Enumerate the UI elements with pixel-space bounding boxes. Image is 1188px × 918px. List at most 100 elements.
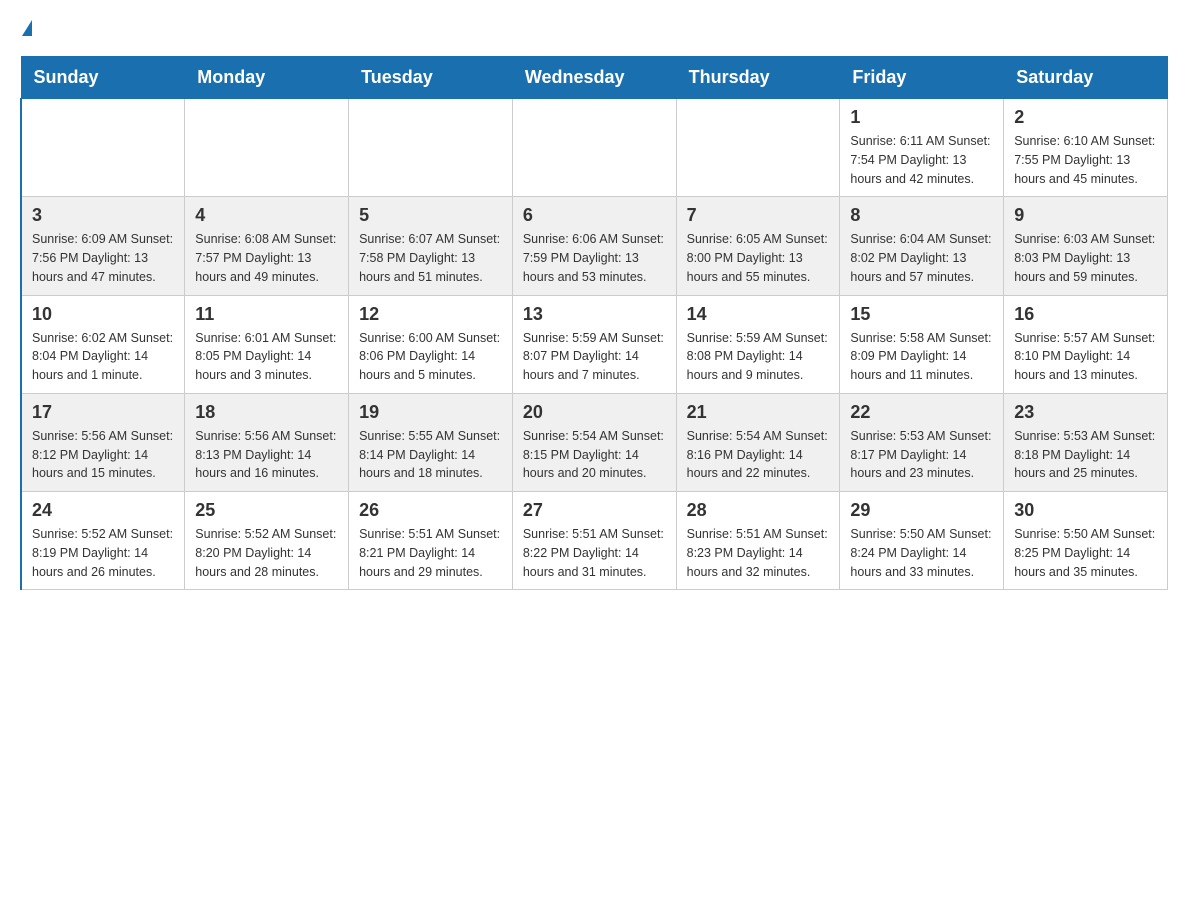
- calendar-cell: [21, 99, 185, 197]
- calendar-cell: 7 Sunrise: 6:05 AM Sunset: 8:00 PM Daylig…: [676, 197, 840, 295]
- calendar-cell: 9Sunrise: 6:03 AM Sunset: 8:03 PM Daylig…: [1004, 197, 1168, 295]
- calendar-cell: 23 Sunrise: 5:53 AM Sunset: 8:18 PM Dayli…: [1004, 393, 1168, 491]
- calendar-cell: 14 Sunrise: 5:59 AM Sunset: 8:08 PM Dayli…: [676, 295, 840, 393]
- day-header-sunday: Sunday: [21, 57, 185, 99]
- day-info: Sunrise: 6:08 AM Sunset: 7:57 PM Dayligh…: [195, 230, 338, 286]
- day-number: 19: [359, 402, 502, 423]
- day-info: Sunrise: 5:53 AM Sunset: 8:18 PM Dayligh…: [1014, 427, 1157, 483]
- calendar-cell: [676, 99, 840, 197]
- day-number: 7: [687, 205, 830, 226]
- day-header-thursday: Thursday: [676, 57, 840, 99]
- calendar-cell: 12 Sunrise: 6:00 AM Sunset: 8:06 PM Dayli…: [349, 295, 513, 393]
- day-header-saturday: Saturday: [1004, 57, 1168, 99]
- day-number: 5: [359, 205, 502, 226]
- day-info: Sunrise: 5:54 AM Sunset: 8:15 PM Dayligh…: [523, 427, 666, 483]
- day-number: 11: [195, 304, 338, 325]
- day-header-tuesday: Tuesday: [349, 57, 513, 99]
- day-info: Sunrise: 6:05 AM Sunset: 8:00 PM Dayligh…: [687, 230, 830, 286]
- day-number: 20: [523, 402, 666, 423]
- calendar-cell: 17Sunrise: 5:56 AM Sunset: 8:12 PM Dayli…: [21, 393, 185, 491]
- day-info: Sunrise: 6:03 AM Sunset: 8:03 PM Dayligh…: [1014, 230, 1157, 286]
- day-info: Sunrise: 6:00 AM Sunset: 8:06 PM Dayligh…: [359, 329, 502, 385]
- calendar-cell: 5 Sunrise: 6:07 AM Sunset: 7:58 PM Daylig…: [349, 197, 513, 295]
- day-number: 18: [195, 402, 338, 423]
- calendar-cell: 2 Sunrise: 6:10 AM Sunset: 7:55 PM Daylig…: [1004, 99, 1168, 197]
- day-number: 12: [359, 304, 502, 325]
- calendar-header-row: SundayMondayTuesdayWednesdayThursdayFrid…: [21, 57, 1168, 99]
- calendar-cell: 3 Sunrise: 6:09 AM Sunset: 7:56 PM Daylig…: [21, 197, 185, 295]
- day-info: Sunrise: 5:56 AM Sunset: 8:12 PM Dayligh…: [32, 427, 174, 483]
- day-info: Sunrise: 5:53 AM Sunset: 8:17 PM Dayligh…: [850, 427, 993, 483]
- day-info: Sunrise: 6:04 AM Sunset: 8:02 PM Dayligh…: [850, 230, 993, 286]
- day-number: 21: [687, 402, 830, 423]
- day-number: 23: [1014, 402, 1157, 423]
- calendar-week-row: 10 Sunrise: 6:02 AM Sunset: 8:04 PM Dayli…: [21, 295, 1168, 393]
- calendar-cell: 13 Sunrise: 5:59 AM Sunset: 8:07 PM Dayli…: [512, 295, 676, 393]
- calendar-cell: 24Sunrise: 5:52 AM Sunset: 8:19 PM Dayli…: [21, 492, 185, 590]
- day-number: 30: [1014, 500, 1157, 521]
- calendar-cell: [185, 99, 349, 197]
- calendar-cell: 6 Sunrise: 6:06 AM Sunset: 7:59 PM Daylig…: [512, 197, 676, 295]
- day-number: 6: [523, 205, 666, 226]
- day-info: Sunrise: 5:52 AM Sunset: 8:19 PM Dayligh…: [32, 525, 174, 581]
- calendar-cell: 10 Sunrise: 6:02 AM Sunset: 8:04 PM Dayli…: [21, 295, 185, 393]
- day-info: Sunrise: 5:55 AM Sunset: 8:14 PM Dayligh…: [359, 427, 502, 483]
- day-number: 29: [850, 500, 993, 521]
- day-info: Sunrise: 5:51 AM Sunset: 8:22 PM Dayligh…: [523, 525, 666, 581]
- day-info: Sunrise: 6:02 AM Sunset: 8:04 PM Dayligh…: [32, 329, 174, 385]
- calendar-week-row: 24Sunrise: 5:52 AM Sunset: 8:19 PM Dayli…: [21, 492, 1168, 590]
- calendar-cell: [349, 99, 513, 197]
- day-number: 8: [850, 205, 993, 226]
- calendar-cell: 30Sunrise: 5:50 AM Sunset: 8:25 PM Dayli…: [1004, 492, 1168, 590]
- day-number: 27: [523, 500, 666, 521]
- day-info: Sunrise: 5:50 AM Sunset: 8:24 PM Dayligh…: [850, 525, 993, 581]
- day-header-wednesday: Wednesday: [512, 57, 676, 99]
- day-info: Sunrise: 6:10 AM Sunset: 7:55 PM Dayligh…: [1014, 132, 1157, 188]
- day-number: 13: [523, 304, 666, 325]
- day-info: Sunrise: 5:58 AM Sunset: 8:09 PM Dayligh…: [850, 329, 993, 385]
- calendar-week-row: 3 Sunrise: 6:09 AM Sunset: 7:56 PM Daylig…: [21, 197, 1168, 295]
- calendar-week-row: 17Sunrise: 5:56 AM Sunset: 8:12 PM Dayli…: [21, 393, 1168, 491]
- calendar-cell: 25 Sunrise: 5:52 AM Sunset: 8:20 PM Dayli…: [185, 492, 349, 590]
- day-number: 2: [1014, 107, 1157, 128]
- day-info: Sunrise: 5:51 AM Sunset: 8:23 PM Dayligh…: [687, 525, 830, 581]
- calendar-cell: 1 Sunrise: 6:11 AM Sunset: 7:54 PM Daylig…: [840, 99, 1004, 197]
- calendar-cell: 28 Sunrise: 5:51 AM Sunset: 8:23 PM Dayli…: [676, 492, 840, 590]
- day-number: 4: [195, 205, 338, 226]
- calendar-cell: 29 Sunrise: 5:50 AM Sunset: 8:24 PM Dayli…: [840, 492, 1004, 590]
- day-number: 3: [32, 205, 174, 226]
- day-number: 25: [195, 500, 338, 521]
- day-info: Sunrise: 5:51 AM Sunset: 8:21 PM Dayligh…: [359, 525, 502, 581]
- calendar-week-row: 1 Sunrise: 6:11 AM Sunset: 7:54 PM Daylig…: [21, 99, 1168, 197]
- day-number: 22: [850, 402, 993, 423]
- day-number: 1: [850, 107, 993, 128]
- day-info: Sunrise: 5:59 AM Sunset: 8:07 PM Dayligh…: [523, 329, 666, 385]
- day-info: Sunrise: 6:11 AM Sunset: 7:54 PM Dayligh…: [850, 132, 993, 188]
- day-number: 14: [687, 304, 830, 325]
- day-info: Sunrise: 5:56 AM Sunset: 8:13 PM Dayligh…: [195, 427, 338, 483]
- day-info: Sunrise: 6:06 AM Sunset: 7:59 PM Dayligh…: [523, 230, 666, 286]
- day-info: Sunrise: 6:07 AM Sunset: 7:58 PM Dayligh…: [359, 230, 502, 286]
- day-header-monday: Monday: [185, 57, 349, 99]
- day-number: 28: [687, 500, 830, 521]
- calendar-cell: 11Sunrise: 6:01 AM Sunset: 8:05 PM Dayli…: [185, 295, 349, 393]
- day-info: Sunrise: 6:09 AM Sunset: 7:56 PM Dayligh…: [32, 230, 174, 286]
- calendar-cell: 15 Sunrise: 5:58 AM Sunset: 8:09 PM Dayli…: [840, 295, 1004, 393]
- calendar-table: SundayMondayTuesdayWednesdayThursdayFrid…: [20, 56, 1168, 590]
- day-number: 16: [1014, 304, 1157, 325]
- calendar-cell: 18 Sunrise: 5:56 AM Sunset: 8:13 PM Dayli…: [185, 393, 349, 491]
- day-number: 26: [359, 500, 502, 521]
- logo-triangle-icon: [22, 20, 32, 36]
- calendar-cell: 16Sunrise: 5:57 AM Sunset: 8:10 PM Dayli…: [1004, 295, 1168, 393]
- calendar-cell: 22 Sunrise: 5:53 AM Sunset: 8:17 PM Dayli…: [840, 393, 1004, 491]
- calendar-cell: 19 Sunrise: 5:55 AM Sunset: 8:14 PM Dayli…: [349, 393, 513, 491]
- day-info: Sunrise: 5:52 AM Sunset: 8:20 PM Dayligh…: [195, 525, 338, 581]
- day-number: 10: [32, 304, 174, 325]
- calendar-cell: 20 Sunrise: 5:54 AM Sunset: 8:15 PM Dayli…: [512, 393, 676, 491]
- day-number: 15: [850, 304, 993, 325]
- calendar-cell: [512, 99, 676, 197]
- calendar-cell: 26 Sunrise: 5:51 AM Sunset: 8:21 PM Dayli…: [349, 492, 513, 590]
- calendar-cell: 4 Sunrise: 6:08 AM Sunset: 7:57 PM Daylig…: [185, 197, 349, 295]
- day-info: Sunrise: 5:54 AM Sunset: 8:16 PM Dayligh…: [687, 427, 830, 483]
- day-info: Sunrise: 5:59 AM Sunset: 8:08 PM Dayligh…: [687, 329, 830, 385]
